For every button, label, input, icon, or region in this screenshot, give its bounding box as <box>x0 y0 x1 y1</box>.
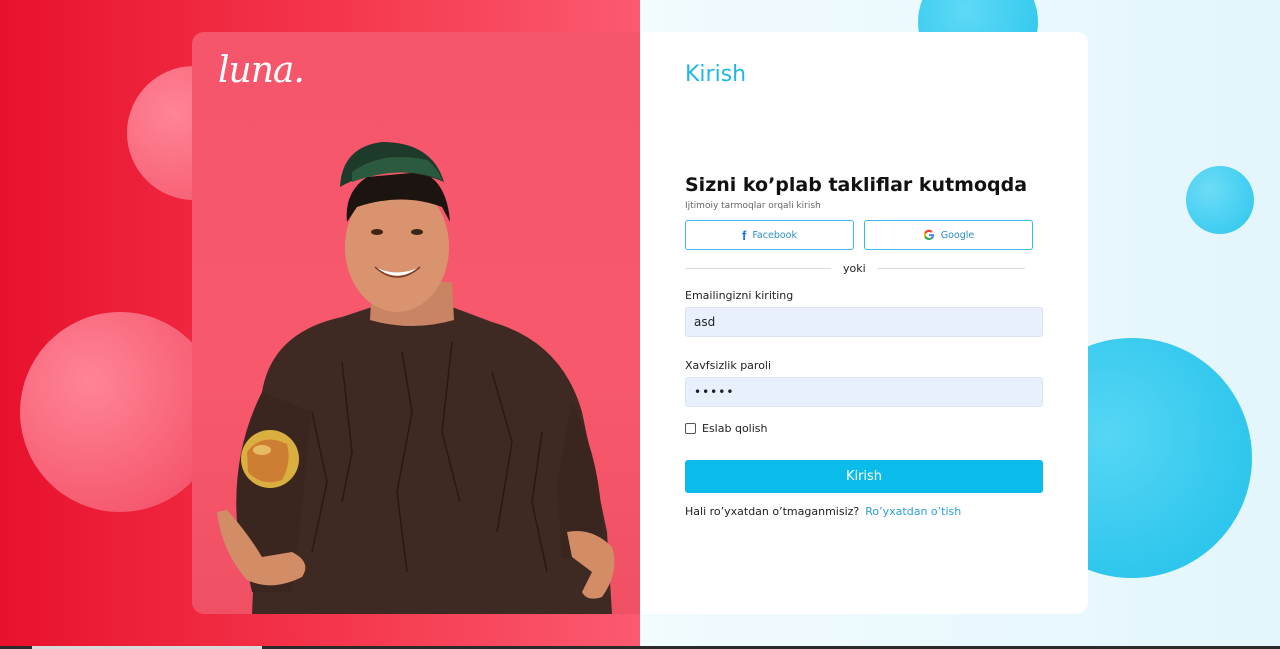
login-submit-button[interactable]: Kirish <box>685 460 1043 493</box>
facebook-icon: f <box>742 227 747 243</box>
social-login-caption: Ijtimoiy tarmoqlar orqali kirish <box>685 201 821 211</box>
facebook-button-label: Facebook <box>752 229 797 241</box>
form-headline: Sizni ko’plab takliflar kutmoqda <box>685 174 1028 196</box>
decor-circle <box>20 312 220 512</box>
hero-image-panel: luna. <box>192 32 640 614</box>
register-question: Hali ro’yxatdan o’tmaganmisiz? <box>685 505 860 518</box>
divider-text: yoki <box>843 262 866 275</box>
remember-me[interactable]: Eslab qolish <box>685 422 767 435</box>
register-prompt: Hali ro’yxatdan o’tmaganmisiz? Ro’yxatdan… <box>685 505 961 518</box>
divider-line <box>877 268 1025 269</box>
or-divider: yoki <box>685 262 1025 276</box>
google-button-label: Google <box>940 229 975 241</box>
google-icon <box>923 229 934 241</box>
email-input[interactable] <box>685 307 1043 337</box>
facebook-login-button[interactable]: f Facebook <box>685 220 854 250</box>
password-label: Xavfsizlik paroli <box>685 359 772 372</box>
luna-logo: luna. <box>218 50 305 91</box>
email-label: Emailingizni kiriting <box>685 289 794 302</box>
divider-line <box>685 268 831 269</box>
decor-circle <box>1186 166 1254 234</box>
remember-checkbox[interactable] <box>685 423 696 434</box>
password-input[interactable] <box>685 377 1043 407</box>
google-login-button[interactable]: Google <box>864 220 1033 250</box>
person-juggling-apple-illustration <box>217 142 615 614</box>
remember-label: Eslab qolish <box>702 422 768 435</box>
login-form-card: Kirish Sizni ko’plab takliflar kutmoqda … <box>640 32 1088 614</box>
register-link[interactable]: Ro’yxatdan o’tish <box>865 505 961 518</box>
page-title: Kirish <box>685 62 747 87</box>
